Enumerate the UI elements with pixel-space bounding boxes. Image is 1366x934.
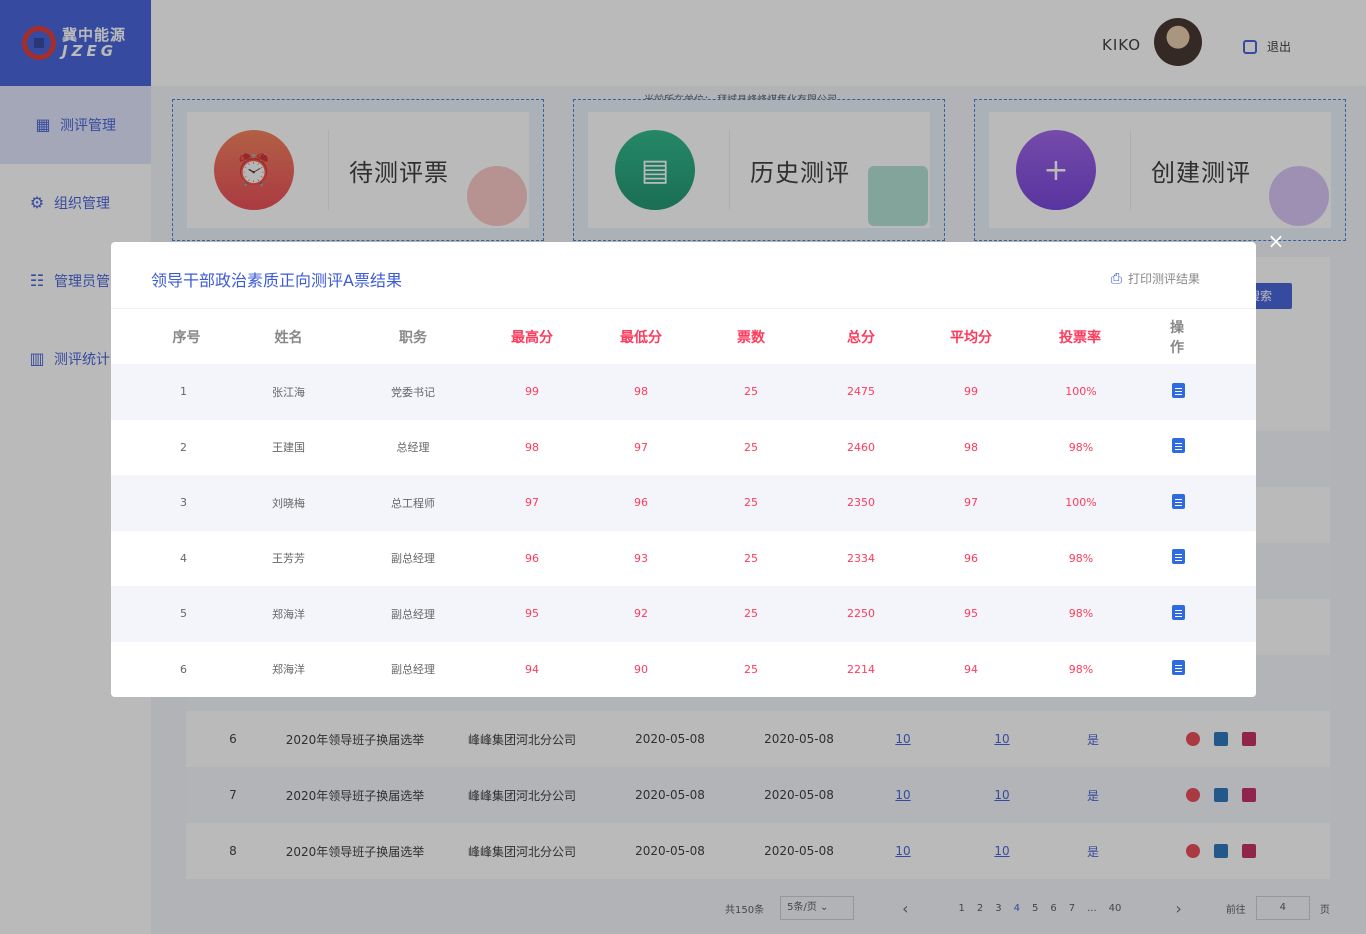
table-row: 4 王芳芳 副总经理 96 93 25 2334 96 98% [111,530,1256,586]
edit-icon[interactable] [1171,382,1185,398]
col-ops: 操作 [1170,319,1184,356]
col-min: 最低分 [620,329,662,346]
table-row: 3 刘晓梅 总工程师 97 96 25 2350 97 100% [111,475,1256,531]
close-icon[interactable]: × [1266,231,1286,251]
edit-icon[interactable] [1171,493,1185,509]
col-no: 序号 [172,329,201,346]
print-button[interactable]: ⎙ 打印测评结果 [1111,270,1200,287]
edit-icon[interactable] [1171,549,1185,565]
edit-icon[interactable] [1171,604,1185,620]
col-max: 最高分 [511,329,553,346]
modal-title: 领导干部政治素质正向测评A票结果 [151,271,402,290]
table-row: 5 郑海洋 副总经理 95 92 25 2250 95 98% [111,586,1256,642]
table-row: 2 王建国 总经理 98 97 25 2460 98 98% [111,419,1256,475]
table-row: 6 郑海洋 副总经理 94 90 25 2214 94 98% [111,641,1256,697]
result-modal: 领导干部政治素质正向测评A票结果 ⎙ 打印测评结果 序号 姓名 职务 最高分 最… [111,242,1256,697]
col-title: 职务 [399,329,427,346]
table-body: 1 张江海 党委书记 99 98 25 2475 99 100% 2 王建国 总… [111,364,1256,697]
col-rate: 投票率 [1059,329,1101,346]
print-label: 打印测评结果 [1127,272,1200,286]
edit-icon[interactable] [1171,438,1185,454]
result-table: 序号 姓名 职务 最高分 最低分 票数 总分 平均分 投票率 操作 1 张江海 … [111,309,1256,697]
col-total: 总分 [847,329,875,346]
col-avg: 平均分 [950,329,992,346]
col-votes: 票数 [737,329,765,346]
table-row: 1 张江海 党委书记 99 98 25 2475 99 100% [111,364,1256,420]
col-name: 姓名 [274,329,303,346]
table-header: 序号 姓名 职务 最高分 最低分 票数 总分 平均分 投票率 操作 [111,309,1256,364]
printer-icon: ⎙ [1110,270,1122,287]
edit-icon[interactable] [1171,660,1185,676]
